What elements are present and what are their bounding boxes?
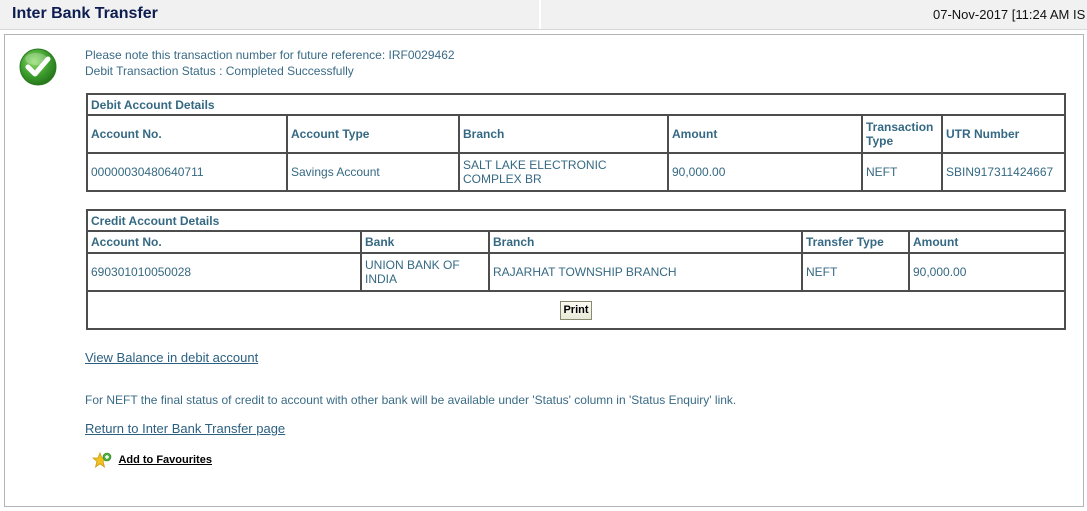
- table-row: 00000030480640711 Savings Account SALT L…: [86, 152, 1067, 192]
- neft-status-note: For NEFT the final status of credit to a…: [85, 393, 737, 407]
- star-add-icon: [92, 451, 112, 468]
- column-header: Transaction Type: [861, 114, 943, 154]
- column-header: Account No.: [86, 230, 362, 254]
- debit-account-type: Savings Account: [286, 152, 460, 192]
- table-row: 690301010050028 UNION BANK OF INDIA RAJA…: [86, 252, 1066, 292]
- column-header: Amount: [908, 230, 1066, 254]
- credit-header-row: Account No. Bank Branch Transfer Type Am…: [86, 230, 1066, 254]
- column-header: UTR Number: [940, 114, 1067, 154]
- column-header: Branch: [458, 114, 669, 154]
- column-header: Transfer Type: [801, 230, 910, 254]
- debit-amount: 90,000.00: [667, 152, 863, 192]
- credit-caption: Credit Account Details: [86, 209, 1066, 232]
- check-icon: [19, 48, 57, 86]
- header-datetime: 07-Nov-2017 [11:24 AM IS: [933, 7, 1086, 22]
- credit-transfer-type: NEFT: [801, 252, 910, 292]
- debit-account-table: Debit Account Details Account No. Accoun…: [85, 93, 1067, 192]
- credit-account-number: 690301010050028: [86, 252, 362, 292]
- column-header: Account Type: [286, 114, 460, 154]
- credit-branch: RAJARHAT TOWNSHIP BRANCH: [488, 252, 803, 292]
- print-row: Print: [86, 290, 1066, 330]
- credit-amount: 90,000.00: [908, 252, 1066, 292]
- debit-transaction-type: NEFT: [861, 152, 943, 192]
- page-header: Inter Bank Transfer 07-Nov-2017 [11:24 A…: [0, 0, 1087, 30]
- column-header: Amount: [667, 114, 863, 154]
- column-header: Bank: [360, 230, 490, 254]
- debit-branch: SALT LAKE ELECTRONIC COMPLEX BR: [458, 152, 669, 192]
- debit-account-number: 00000030480640711: [86, 152, 288, 192]
- debit-status-message: Debit Transaction Status : Completed Suc…: [85, 64, 354, 78]
- return-to-transfer-link[interactable]: Return to Inter Bank Transfer page: [85, 421, 285, 436]
- add-to-favourites-link[interactable]: Add to Favourites: [92, 451, 212, 468]
- debit-caption: Debit Account Details: [85, 93, 1067, 116]
- page-title: Inter Bank Transfer: [12, 5, 158, 22]
- print-button[interactable]: Print: [560, 300, 592, 320]
- debit-header-row: Account No. Account Type Branch Amount T…: [86, 114, 1067, 154]
- header-title-cell: Inter Bank Transfer: [0, 0, 541, 29]
- page: Inter Bank Transfer 07-Nov-2017 [11:24 A…: [0, 0, 1087, 511]
- credit-account-table: Credit Account Details Account No. Bank …: [86, 209, 1066, 330]
- credit-bank: UNION BANK OF INDIA: [360, 252, 490, 292]
- view-balance-link[interactable]: View Balance in debit account: [85, 350, 258, 365]
- debit-utr-number: SBIN917311424667: [940, 152, 1067, 192]
- add-to-favourites-label[interactable]: Add to Favourites: [118, 454, 212, 466]
- transaction-number-message: Please note this transaction number for …: [85, 48, 455, 62]
- column-header: Account No.: [86, 114, 288, 154]
- print-cell: Print: [86, 290, 1066, 330]
- column-header: Branch: [488, 230, 803, 254]
